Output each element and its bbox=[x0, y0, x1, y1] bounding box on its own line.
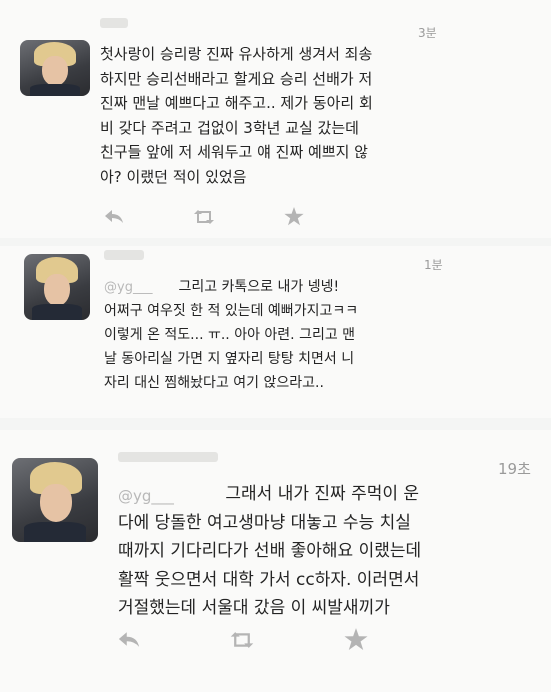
avatar[interactable] bbox=[12, 458, 98, 542]
reply-icon[interactable] bbox=[103, 208, 125, 224]
avatar[interactable] bbox=[20, 40, 90, 96]
username-redacted bbox=[100, 18, 128, 28]
timestamp: 3분 bbox=[418, 26, 437, 40]
tweet-text: 그리고 카톡으로 내가 넹넹! 어쩌구 여우짓 한 적 있는데 예뻐가지고ㅋㅋ … bbox=[104, 279, 359, 391]
favorite-icon[interactable] bbox=[284, 207, 304, 226]
tweet-1: 3분 첫사랑이 승리랑 진짜 유사하게 생겨서 죄송 하지만 승리선배라고 할게… bbox=[0, 0, 551, 238]
username-redacted bbox=[118, 452, 218, 462]
tweet-text: 그래서 내가 진짜 주먹이 운 다에 당돌한 여고생마냥 대놓고 수능 치실 때… bbox=[118, 484, 422, 618]
tweet-text: 첫사랑이 승리랑 진짜 유사하게 생겨서 죄송 하지만 승리선배라고 할게요 승… bbox=[100, 45, 373, 186]
favorite-icon[interactable] bbox=[344, 628, 368, 651]
retweet-icon[interactable] bbox=[192, 209, 216, 225]
timestamp: 1분 bbox=[424, 258, 443, 272]
tweet-3: 19초 @yg___ 그래서 내가 진짜 주먹이 운 다에 당돌한 여고생마냥 … bbox=[0, 430, 551, 692]
timestamp: 19초 bbox=[498, 460, 531, 478]
avatar[interactable] bbox=[24, 254, 90, 320]
retweet-icon[interactable] bbox=[228, 631, 256, 649]
tweet-2: 1분 @yg___ 그리고 카톡으로 내가 넹넹! 어쩌구 여우짓 한 적 있는… bbox=[0, 246, 551, 418]
username-redacted bbox=[104, 250, 144, 260]
reply-icon[interactable] bbox=[116, 630, 142, 648]
